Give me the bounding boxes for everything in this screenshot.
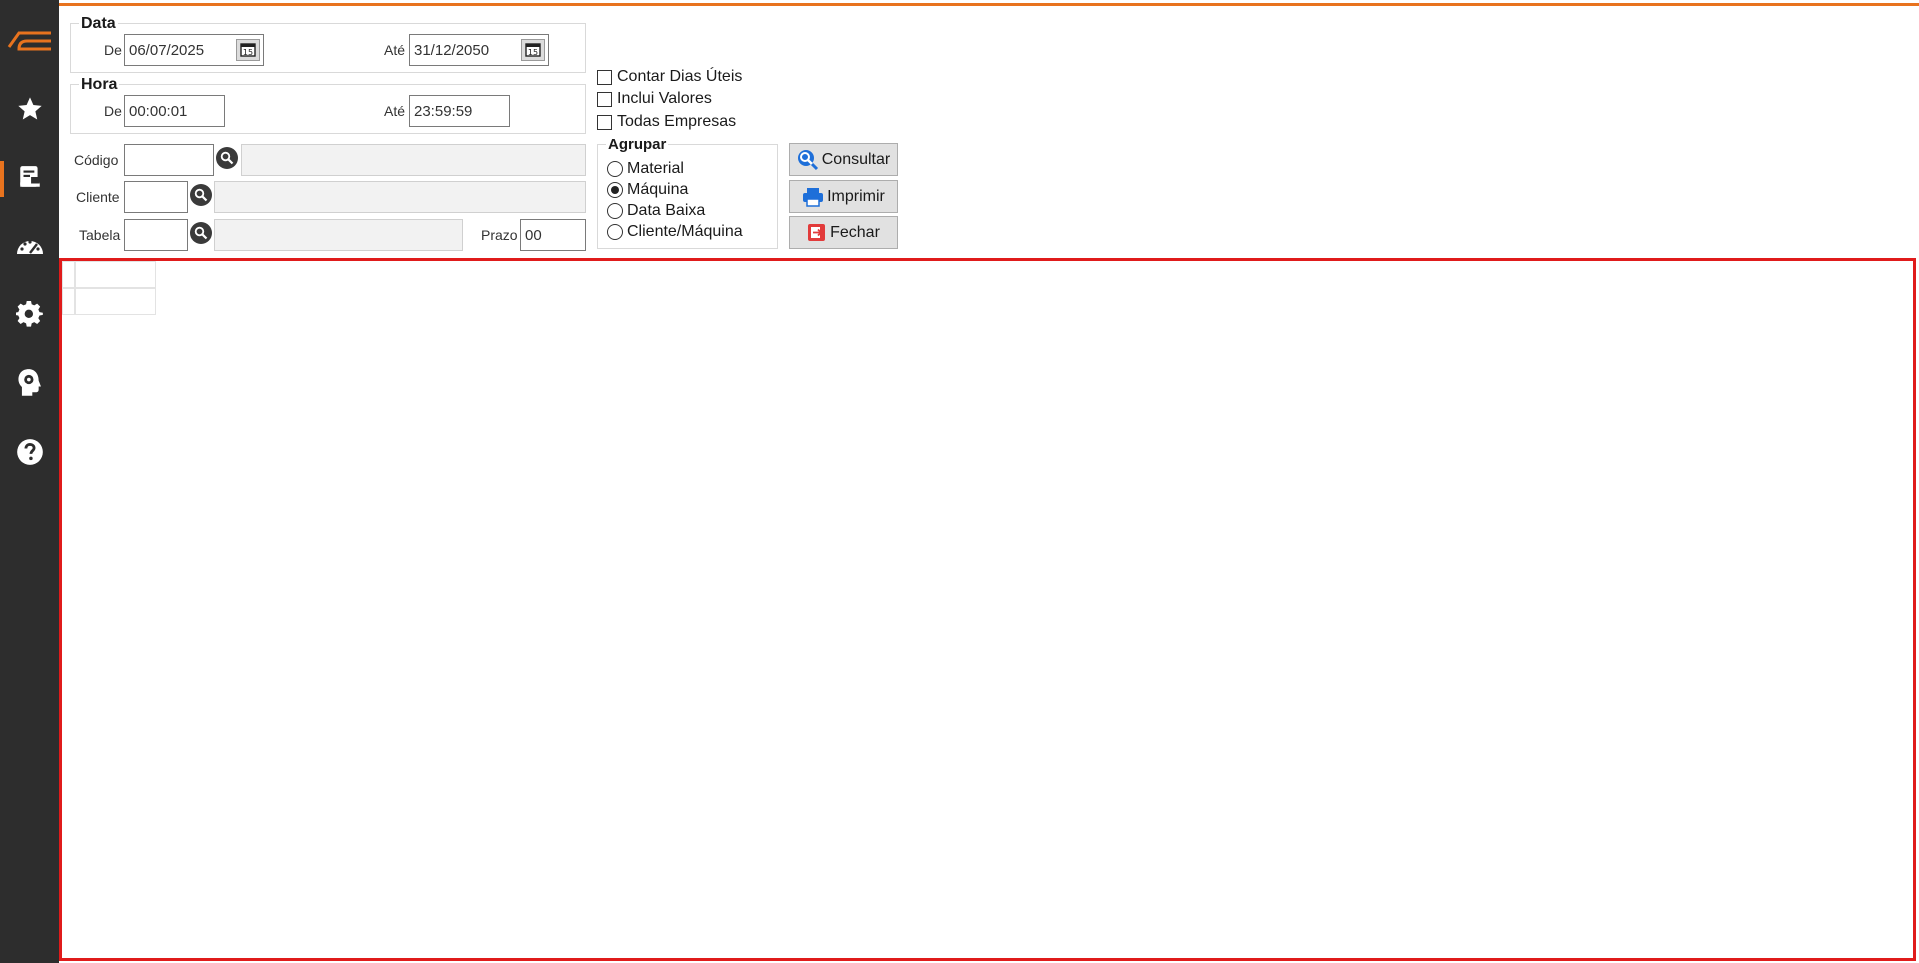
tabela-search-button[interactable] bbox=[190, 222, 212, 244]
hour-from-field[interactable]: 00:00:01 bbox=[124, 95, 225, 127]
gear-icon bbox=[15, 301, 43, 327]
imprimir-label: Imprimir bbox=[827, 187, 885, 205]
fechar-button[interactable]: Fechar bbox=[789, 216, 898, 249]
top-accent-line bbox=[0, 3, 1919, 6]
checkbox-box[interactable] bbox=[597, 91, 612, 107]
agrupar-maquina-radio[interactable]: Máquina bbox=[607, 181, 688, 199]
results-grid[interactable] bbox=[59, 258, 1916, 961]
hour-from-label: De bbox=[104, 103, 122, 119]
date-from-label: De bbox=[104, 42, 122, 58]
date-to-calendar-button[interactable]: 15 bbox=[521, 39, 545, 61]
report-icon bbox=[19, 166, 40, 187]
search-icon bbox=[797, 149, 818, 170]
speedometer-icon bbox=[16, 240, 43, 254]
prazo-value: 00 bbox=[525, 226, 542, 244]
magnifier-icon bbox=[220, 151, 234, 165]
date-group-title: Data bbox=[79, 15, 118, 32]
sidebar bbox=[0, 0, 59, 963]
fechar-label: Fechar bbox=[830, 223, 880, 241]
magnifier-icon bbox=[194, 188, 208, 202]
date-to-field[interactable]: 31/12/2050 15 bbox=[409, 34, 549, 66]
sidebar-item-dashboard[interactable] bbox=[0, 216, 59, 276]
tabela-label: Tabela bbox=[79, 227, 121, 243]
agrupar-data-baixa-radio[interactable]: Data Baixa bbox=[607, 202, 705, 220]
hour-to-label: Até bbox=[384, 103, 406, 119]
todas-empresas-checkbox[interactable]: Todas Empresas bbox=[597, 113, 736, 131]
prazo-field[interactable]: 00 bbox=[520, 219, 586, 251]
codigo-label: Código bbox=[74, 152, 119, 168]
head-gear-icon bbox=[17, 369, 41, 396]
grid-cell[interactable] bbox=[75, 288, 156, 315]
date-from-calendar-button[interactable]: 15 bbox=[236, 39, 260, 61]
magnifier-icon bbox=[194, 226, 208, 240]
calendar-icon: 15 bbox=[525, 43, 541, 57]
sidebar-item-support[interactable] bbox=[0, 353, 59, 413]
codigo-description-field bbox=[241, 144, 586, 176]
checkbox-label: Todas Empresas bbox=[617, 113, 737, 130]
radio-label: Máquina bbox=[627, 181, 689, 198]
grid-row-indicator bbox=[62, 288, 75, 315]
svg-text:15: 15 bbox=[528, 48, 538, 57]
sidebar-item-help[interactable] bbox=[0, 422, 59, 482]
hour-group-title: Hora bbox=[79, 76, 120, 93]
agrupar-material-radio[interactable]: Material bbox=[607, 160, 684, 178]
help-icon bbox=[16, 439, 43, 465]
checkbox-box[interactable] bbox=[597, 69, 612, 85]
cliente-search-button[interactable] bbox=[190, 184, 212, 206]
prazo-label: Prazo bbox=[481, 227, 518, 243]
tabela-field[interactable] bbox=[124, 219, 188, 251]
sidebar-item-reports[interactable] bbox=[0, 147, 59, 207]
checkbox-label: Inclui Valores bbox=[617, 90, 712, 107]
radio-label: Material bbox=[627, 160, 684, 177]
checkbox-label: Contar Dias Úteis bbox=[617, 68, 743, 85]
svg-text:15: 15 bbox=[243, 48, 253, 57]
checkbox-box[interactable] bbox=[597, 114, 612, 130]
hour-from-value: 00:00:01 bbox=[129, 102, 188, 120]
logo-icon bbox=[7, 31, 51, 51]
codigo-field[interactable] bbox=[124, 144, 214, 176]
grid-row-indicator bbox=[62, 261, 75, 288]
date-from-field[interactable]: 06/07/2025 15 bbox=[124, 34, 264, 66]
cliente-description-field bbox=[214, 181, 586, 213]
cliente-label: Cliente bbox=[76, 189, 120, 205]
printer-icon bbox=[803, 187, 824, 207]
radio-dot[interactable] bbox=[607, 161, 623, 177]
consultar-label: Consultar bbox=[821, 150, 891, 168]
radio-dot[interactable] bbox=[607, 203, 623, 219]
agrupar-cliente-maquina-radio[interactable]: Cliente/Máquina bbox=[607, 223, 743, 241]
app-logo[interactable] bbox=[0, 10, 59, 70]
consultar-button[interactable]: Consultar bbox=[789, 143, 898, 176]
tabela-description-field bbox=[214, 219, 463, 251]
inclui-valores-checkbox[interactable]: Inclui Valores bbox=[597, 90, 712, 108]
codigo-search-button[interactable] bbox=[216, 147, 238, 169]
radio-dot[interactable] bbox=[607, 224, 623, 240]
sidebar-item-settings[interactable] bbox=[0, 285, 59, 345]
date-to-label: Até bbox=[384, 42, 406, 58]
exit-icon bbox=[808, 223, 826, 241]
cliente-field[interactable] bbox=[124, 181, 188, 213]
radio-label: Cliente/Máquina bbox=[627, 223, 743, 240]
date-to-value: 31/12/2050 bbox=[414, 41, 490, 59]
grid-header-cell[interactable] bbox=[75, 261, 156, 288]
imprimir-button[interactable]: Imprimir bbox=[789, 180, 898, 213]
radio-label: Data Baixa bbox=[627, 202, 706, 219]
contar-dias-uteis-checkbox[interactable]: Contar Dias Úteis bbox=[597, 68, 742, 86]
hour-to-field[interactable]: 23:59:59 bbox=[409, 95, 510, 127]
hour-to-value: 23:59:59 bbox=[414, 102, 473, 120]
calendar-icon: 15 bbox=[240, 43, 256, 57]
radio-dot[interactable] bbox=[607, 182, 623, 198]
sidebar-item-favorites[interactable] bbox=[0, 79, 59, 139]
date-from-value: 06/07/2025 bbox=[129, 41, 205, 59]
agrupar-title: Agrupar bbox=[606, 136, 669, 153]
star-icon bbox=[17, 97, 42, 120]
